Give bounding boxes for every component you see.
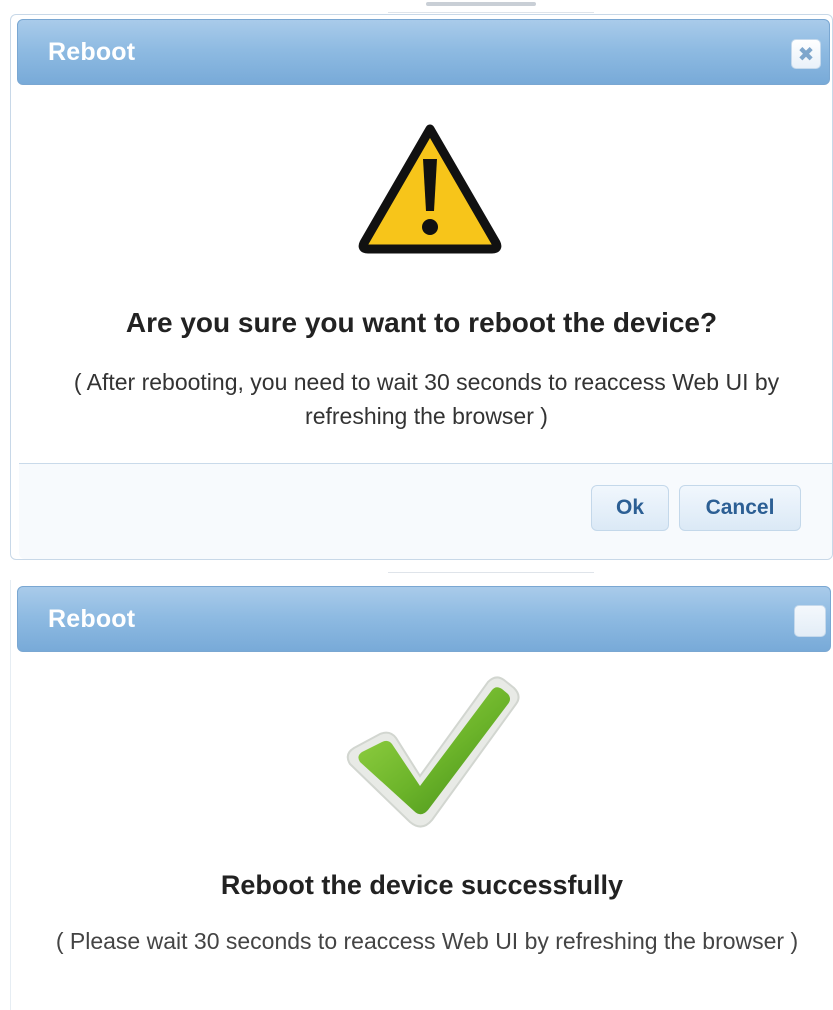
close-button[interactable]: ✖	[791, 39, 821, 69]
confirm-question: Are you sure you want to reboot the devi…	[125, 307, 718, 338]
cancel-button[interactable]: Cancel	[679, 485, 801, 531]
background-page-fragment	[388, 0, 594, 13]
dialog-titlebar[interactable]: Reboot	[17, 586, 831, 652]
reboot-confirm-dialog: Reboot ✖ Are you sure you want to reboot…	[10, 14, 833, 560]
close-icon: ✖	[797, 42, 815, 66]
footer-divider	[19, 463, 832, 464]
green-checkmark-icon	[346, 676, 520, 828]
dialog-title: Reboot	[48, 38, 136, 66]
warning-triangle-icon	[358, 124, 502, 254]
success-note: ( Please wait 30 seconds to reaccess Web…	[55, 928, 799, 954]
success-message: Reboot the device successfully	[220, 870, 624, 900]
confirm-note: ( After rebooting, you need to wait 30 s…	[73, 369, 780, 429]
reboot-success-dialog: Reboot Reboot the device successfully ( …	[10, 580, 833, 1010]
dialog-title: Reboot	[48, 605, 136, 633]
close-button[interactable]	[794, 605, 826, 637]
screen: Reboot ✖ Are you sure you want to reboot…	[0, 0, 833, 1010]
dialog-titlebar[interactable]: Reboot ✖	[17, 19, 830, 85]
ok-button[interactable]: Ok	[591, 485, 669, 531]
